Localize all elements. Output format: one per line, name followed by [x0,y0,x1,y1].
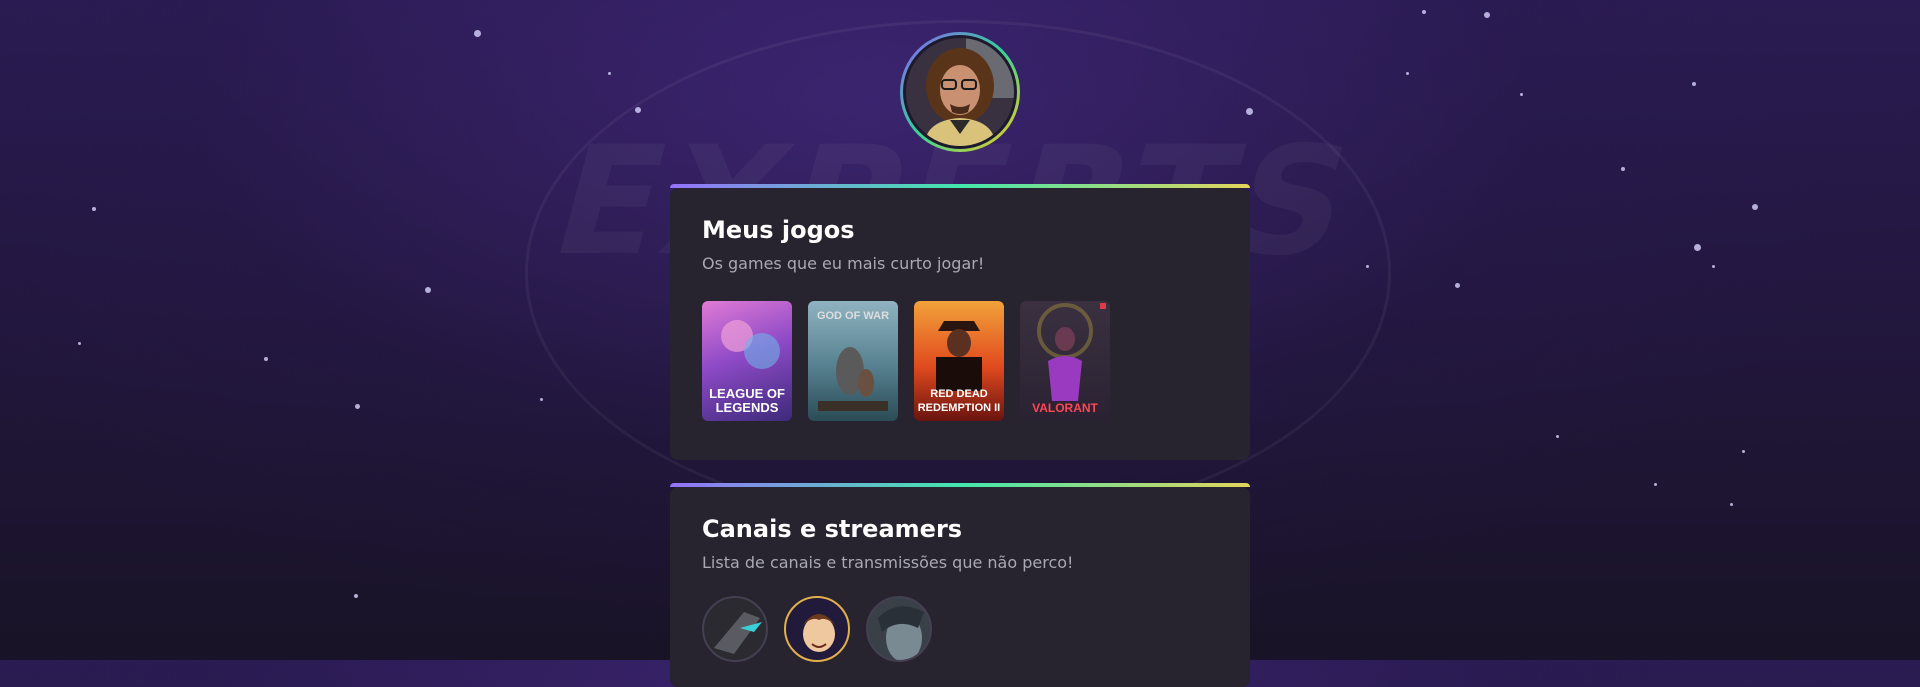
streamer-avatar-2-icon [802,614,836,652]
star [354,594,358,598]
star [1654,483,1657,486]
star [1752,204,1758,210]
star [1742,450,1745,453]
star [1621,167,1625,171]
star [1246,108,1253,115]
profile-photo [903,35,1017,149]
star [355,404,360,409]
streamer-avatar-1[interactable] [702,596,768,662]
profile-photo-icon [906,38,1014,146]
star [1406,72,1409,75]
streamers-list [702,596,1218,662]
game-title: VALORANT [1032,401,1098,415]
game-cover-valorant[interactable]: VALORANT [1020,301,1110,421]
star [474,30,481,37]
star [1556,435,1559,438]
star [1366,265,1369,268]
game-cover-league-of-legends[interactable]: LEAGUE OF LEGENDS [702,301,792,421]
games-card: Meus jogos Os games que eu mais curto jo… [670,184,1250,460]
star [1694,244,1701,251]
game-title: LEAGUE OF LEGENDS [709,386,785,415]
profile-avatar [900,32,1020,152]
star [608,72,611,75]
star [1712,265,1715,268]
star [1422,10,1426,14]
streamer-avatar-2[interactable] [784,596,850,662]
star [635,107,641,113]
star [1730,503,1733,506]
streamer-avatar-1-icon [714,612,762,654]
games-title: Meus jogos [702,216,855,244]
game-cover-red-dead-redemption[interactable]: RED DEAD REDEMPTION II [914,301,1004,421]
star [1455,283,1460,288]
star [1520,93,1523,96]
star [92,207,96,211]
games-list: LEAGUE OF LEGENDS GOD OF WAR RED DEAD RE… [702,301,1218,421]
star [425,287,431,293]
channels-card: Canais e streamers Lista de canais e tra… [670,483,1250,687]
channels-subtitle: Lista de canais e transmissões que não p… [702,553,1074,572]
star [264,357,268,361]
star [1484,12,1490,18]
channels-title: Canais e streamers [702,515,963,543]
star [1692,82,1696,86]
streamer-avatar-3[interactable] [866,596,932,662]
game-title: RED DEAD REDEMPTION II [917,388,1001,414]
game-title: GOD OF WAR [816,310,890,322]
star [78,342,81,345]
star [540,398,543,401]
game-cover-god-of-war[interactable]: GOD OF WAR [808,301,898,421]
games-subtitle: Os games que eu mais curto jogar! [702,254,985,273]
streamer-avatar-3-icon [878,606,924,660]
